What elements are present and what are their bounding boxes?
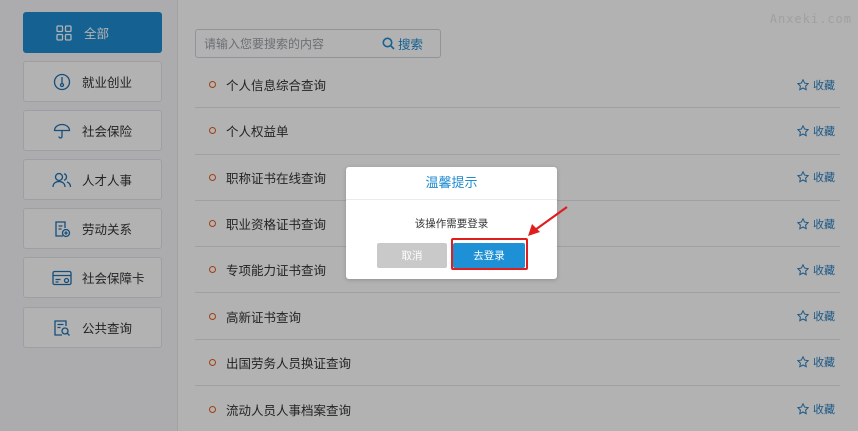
login-button-highlight xyxy=(451,238,528,270)
dialog-title: 温馨提示 xyxy=(346,167,557,200)
arrow-icon xyxy=(528,206,568,236)
cancel-button[interactable]: 取消 xyxy=(377,243,447,268)
